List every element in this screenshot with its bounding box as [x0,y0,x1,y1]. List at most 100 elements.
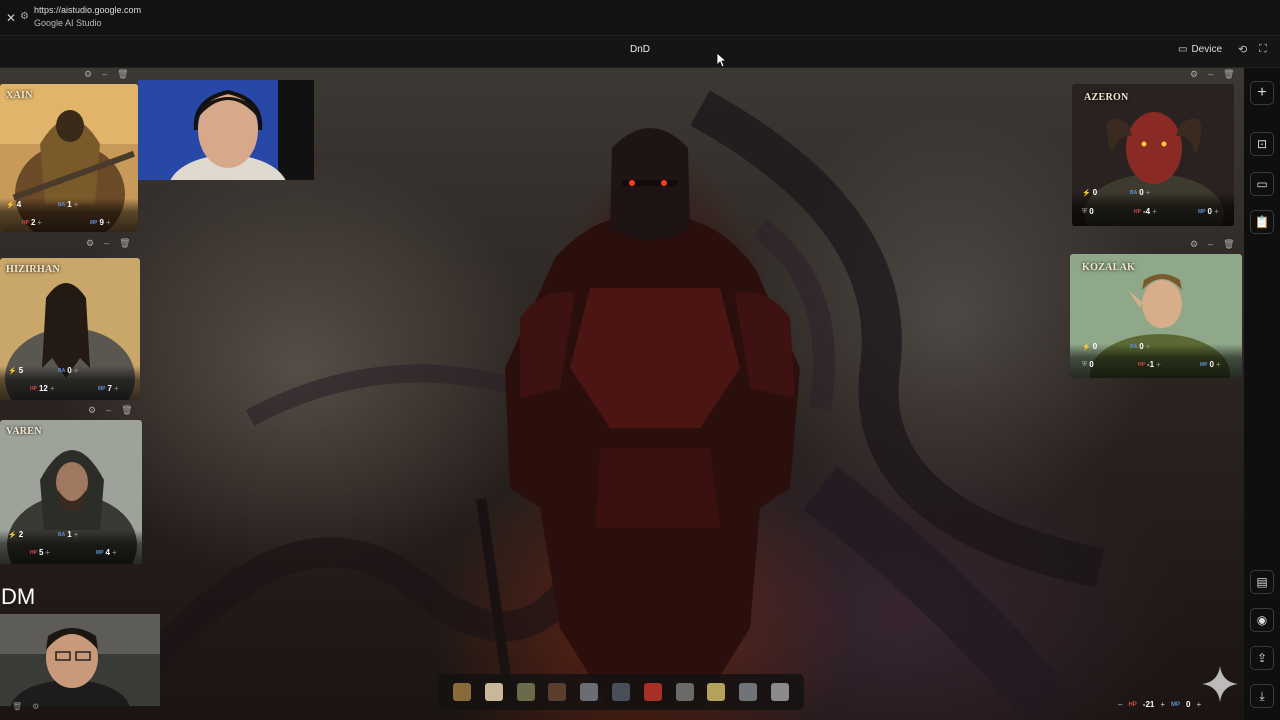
fullscreen-icon[interactable]: ⛶ [1259,43,1267,56]
increment-button[interactable]: + [1146,188,1151,197]
mp-stat: MP 9 + [90,218,111,227]
scene-thumbnail[interactable] [643,683,662,701]
increment-button[interactable]: + [37,218,42,227]
trash-icon[interactable]: 🗑 [12,702,22,711]
refresh-icon[interactable]: ⟲ [1238,43,1247,56]
shield-icon: ⛨ [1082,360,1088,368]
app-header: DnD ▭ Device ⟲ ⛶ [0,36,1280,68]
increment-button[interactable]: + [1214,207,1219,216]
minimize-icon[interactable]: – [102,69,107,80]
ba-stat: BA 1 + [58,530,79,539]
tablet-icon[interactable]: ▭ [1250,172,1274,196]
sparkle-icon [1202,666,1238,702]
character-card-kozalak[interactable]: KOZALAK ⚡ 0 BA 0 + ⛨ 0 HP -1 + MP 0 + [1070,254,1242,378]
ap-stat: ⚡ 2 [8,530,24,539]
dm-controls: 🗑 ⚙ [12,702,39,711]
site-name: Google AI Studio [34,18,102,28]
upload-icon[interactable]: ⇪ [1250,646,1274,670]
trash-icon[interactable]: 🗑 [117,69,128,80]
scene-thumbnail[interactable] [484,683,503,701]
minimize-icon[interactable]: – [104,238,109,249]
trash-icon[interactable]: 🗑 [121,405,132,416]
settings-icon[interactable]: ⚙ [32,702,39,711]
card-controls: ⚙ – 🗑 [84,69,129,80]
increment-button[interactable]: + [1156,360,1161,369]
mp-stat: MP 4 + [96,548,117,557]
scene-thumbnail[interactable] [452,683,471,701]
character-name: AZERON [1084,92,1129,103]
gear-icon[interactable]: ⚙ [1190,69,1198,80]
mouse-cursor-icon [717,53,727,67]
character-card-varen[interactable]: VAREN ⚡ 2 BA 1 + HP 5 + MP 4 + [0,420,142,564]
clipboard-icon[interactable]: 📋 [1250,210,1274,234]
character-card-azeron[interactable]: AZERON ⚡ 0 BA 0 + ⛨ 0 HP -4 + MP 0 + [1072,84,1234,226]
increment-button[interactable]: + [74,200,79,209]
ap-stat: ⚡ 0 [1082,188,1098,197]
url-text[interactable]: https://aistudio.google.com [34,5,141,15]
hp-stat: HP 12 + [30,384,55,393]
increment-button[interactable]: + [114,384,119,393]
increment-button[interactable]: + [45,548,50,557]
frame-icon[interactable]: ⊡ [1250,132,1274,156]
character-name: XAIN [6,90,33,101]
increment-button[interactable]: + [74,530,79,539]
gear-icon[interactable]: ⚙ [1190,239,1198,250]
mp-stat: MP 0 + [1198,207,1219,216]
app-title: DnD [629,44,650,55]
lightning-icon: ⚡ [8,367,17,375]
add-button[interactable]: + [1250,81,1274,105]
increment-button[interactable]: + [1146,342,1151,351]
minimize-icon[interactable]: – [1208,69,1213,80]
party-mp-value: 0 [1186,700,1191,709]
gear-icon[interactable]: ⚙ [88,405,96,416]
increment-button[interactable]: + [1152,207,1157,216]
close-icon[interactable]: ✕ [6,11,16,25]
lightning-icon: ⚡ [6,201,15,209]
panel-icon[interactable]: ▤ [1250,570,1274,594]
gear-icon[interactable]: ⚙ [84,69,92,80]
device-icon: ▭ [1178,44,1188,55]
lightning-icon: ⚡ [8,531,17,539]
hp-stat: HP 2 + [22,218,43,227]
lightning-icon: ⚡ [1082,343,1091,351]
right-toolbar: + ⊡ ▭ 📋 ▤ ◉ ⇪ ⤓ [1244,68,1280,720]
minimize-icon[interactable]: – [1208,239,1213,250]
device-label: Device [1191,44,1223,55]
lightning-icon: ⚡ [1082,189,1091,197]
eye-icon[interactable]: ◉ [1250,608,1274,632]
scene-thumbnail[interactable] [580,683,599,701]
ba-stat: BA 1 + [58,200,79,209]
trash-icon[interactable]: 🗑 [119,238,130,249]
character-card-xain[interactable]: XAIN ⚡ 4 BA 1 + HP 2 + MP 9 + [0,84,138,232]
armor-stat: ⛨ 0 [1082,360,1094,369]
character-name: KOZALAK [1082,262,1136,273]
scene-thumbnail[interactable] [548,683,567,701]
trash-icon[interactable]: 🗑 [1223,239,1234,250]
gear-icon[interactable]: ⚙ [86,238,94,249]
party-hp-value: -21 [1142,700,1155,709]
decrement-button[interactable]: – [1118,700,1122,709]
minimize-icon[interactable]: – [106,405,111,416]
scene-thumbnail[interactable] [739,683,758,701]
increment-button[interactable]: + [106,218,111,227]
ba-stat: BA 0 + [58,366,79,375]
scene-thumbnail[interactable] [771,683,790,701]
device-button[interactable]: ▭ Device [1178,44,1222,55]
increment-button[interactable]: + [74,366,79,375]
scene-thumbnail[interactable] [611,683,630,701]
character-name: HIZIRHAN [6,264,61,275]
card-controls: ⚙ – 🗑 [1190,69,1235,80]
scene-thumbnail[interactable] [516,683,535,701]
dm-webcam [0,614,160,706]
character-card-hizirhan[interactable]: HIZIRHAN ⚡ 5 BA 0 + HP 12 + MP 7 + [0,258,140,400]
trash-icon[interactable]: 🗑 [1223,69,1234,80]
increment-button[interactable]: + [50,384,55,393]
increment-button[interactable]: + [1216,360,1221,369]
scene-thumbnail[interactable] [675,683,694,701]
scene-thumbnail[interactable] [707,683,726,701]
increment-button[interactable]: + [1160,700,1165,709]
ap-stat: ⚡ 0 [1082,342,1098,351]
increment-button[interactable]: + [112,548,117,557]
site-settings-icon[interactable]: ⚙ [20,11,29,22]
download-icon[interactable]: ⤓ [1250,684,1274,708]
